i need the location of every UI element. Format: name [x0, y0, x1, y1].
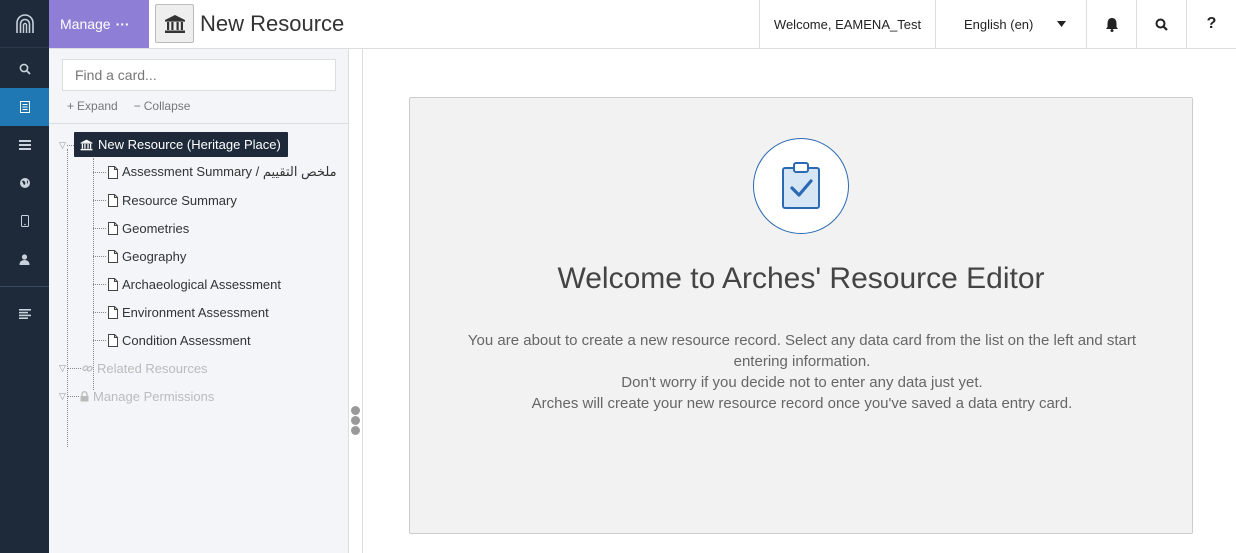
welcome-user[interactable]: Welcome, EAMENA_Test: [759, 0, 935, 48]
tree-connector: [67, 145, 74, 146]
grip-dot: [351, 426, 360, 435]
sidebar-divider: [49, 123, 349, 124]
welcome-description: You are about to create a new resource r…: [440, 330, 1164, 414]
file-icon: [108, 221, 118, 235]
expand-label: Expand: [77, 99, 118, 113]
lock-icon: [80, 390, 89, 401]
clipboard-check-icon: [753, 138, 849, 234]
museum-icon: [80, 139, 93, 150]
welcome-line-1: You are about to create a new resource r…: [467, 332, 1137, 370]
user-icon[interactable]: [0, 240, 49, 278]
card-tree-sidebar: +Expand −Collapse ▽ New Resource (Herita…: [49, 49, 349, 553]
welcome-panel: Welcome to Arches' Resource Editor You a…: [409, 97, 1193, 534]
search-icon[interactable]: [0, 50, 49, 88]
caret-down-icon: [1057, 21, 1067, 27]
mobile-icon[interactable]: [0, 202, 49, 240]
top-bar: Manage ··· New Resource Welcome, EAMENA_…: [49, 0, 1236, 49]
file-icon: [108, 305, 118, 319]
museum-icon: [155, 4, 194, 43]
welcome-title: Welcome to Arches' Resource Editor: [557, 262, 1045, 295]
tree-connector: [67, 396, 79, 397]
tree-card-item[interactable]: Archaeological Assessment: [108, 274, 281, 294]
language-label: English (en): [964, 16, 1034, 32]
search-button[interactable]: [1136, 0, 1186, 48]
expand-button[interactable]: + Expand: [67, 99, 118, 113]
minus-icon: −: [133, 99, 141, 113]
tree-card-item[interactable]: Geometries: [108, 218, 189, 238]
tree-card-label: Archaeological Assessment: [122, 276, 281, 292]
grip-dot: [351, 416, 360, 425]
tree-card-label: Environment Assessment: [122, 304, 269, 320]
tree-connector: [93, 172, 106, 173]
tree-related-resources[interactable]: Related Resources: [82, 358, 208, 378]
collapse-toggle-icon[interactable]: ▽: [59, 391, 66, 402]
align-icon[interactable]: [0, 295, 49, 333]
rail-divider: [0, 286, 49, 287]
tree-card-label: Geography: [122, 248, 187, 264]
nav-rail: [0, 0, 49, 553]
tree-card-item[interactable]: Resource Summary: [108, 190, 237, 210]
manage-label: Manage: [60, 16, 111, 32]
language-select[interactable]: English (en): [935, 0, 1086, 48]
file-icon: [108, 249, 118, 263]
link-icon: [82, 364, 93, 372]
manage-dots: ···: [115, 16, 130, 32]
main-content: Welcome to Arches' Resource Editor You a…: [364, 49, 1236, 553]
tree-guide: [67, 149, 68, 447]
file-icon: [108, 277, 118, 291]
file-icon: [108, 193, 118, 207]
resource-editor-icon[interactable]: [0, 88, 49, 126]
tree-connector: [67, 368, 81, 369]
list-icon[interactable]: [0, 126, 49, 164]
bell-icon: [1105, 17, 1118, 32]
tree-card-label: Geometries: [122, 220, 190, 236]
tree-connector: [93, 340, 106, 341]
welcome-line-2: Don't worry if you decide not to enter a…: [621, 374, 983, 391]
help-icon: ?: [1206, 15, 1217, 32]
grip-dot: [351, 406, 360, 415]
tree-guide: [93, 158, 94, 390]
tree-permissions-label: Manage Permissions: [93, 388, 215, 404]
file-icon: [108, 165, 118, 179]
welcome-text: Welcome, EAMENA_Test: [773, 16, 922, 32]
tree-card-label: Assessment Summary / ملخص التقييم: [122, 164, 337, 179]
tree-card-item[interactable]: Assessment Summary / ملخص التقييم: [108, 162, 337, 182]
tree-related-label: Related Resources: [97, 360, 208, 376]
arches-logo-icon[interactable]: [0, 0, 49, 48]
file-icon: [108, 333, 118, 347]
tree-connector: [93, 200, 106, 201]
tree-connector: [93, 256, 106, 257]
help-button[interactable]: ?: [1186, 0, 1236, 48]
tree-connector: [93, 284, 106, 285]
page-title: New Resource: [200, 11, 345, 36]
tree-card-item[interactable]: Condition Assessment: [108, 330, 251, 350]
notifications-button[interactable]: [1086, 0, 1136, 48]
search-icon: [1155, 18, 1168, 31]
plus-icon: +: [67, 99, 75, 113]
tree-card-item[interactable]: Environment Assessment: [108, 302, 269, 322]
tree-root-node[interactable]: New Resource (Heritage Place): [74, 132, 288, 157]
tree-manage-permissions[interactable]: Manage Permissions: [80, 386, 214, 406]
tree-connector: [93, 228, 106, 229]
tree-card-label: Resource Summary: [122, 192, 237, 208]
expand-collapse-controls: + Expand − Collapse: [67, 99, 190, 113]
find-card-input[interactable]: [62, 59, 336, 91]
collapse-button[interactable]: − Collapse: [134, 99, 191, 113]
tree-card-label: Condition Assessment: [122, 332, 251, 348]
manage-button[interactable]: Manage ···: [49, 0, 149, 48]
globe-icon[interactable]: [0, 164, 49, 202]
collapse-toggle-icon[interactable]: ▽: [59, 363, 66, 374]
tree-root-label: New Resource (Heritage Place): [98, 137, 281, 152]
collapse-label: Collapse: [143, 99, 191, 113]
tree-card-item[interactable]: Geography: [108, 246, 186, 266]
collapse-toggle-icon[interactable]: ▽: [59, 140, 66, 151]
panel-resize-handle[interactable]: [349, 49, 363, 553]
tree-connector: [93, 312, 106, 313]
welcome-line-3: Arches will create your new resource rec…: [531, 395, 1073, 412]
